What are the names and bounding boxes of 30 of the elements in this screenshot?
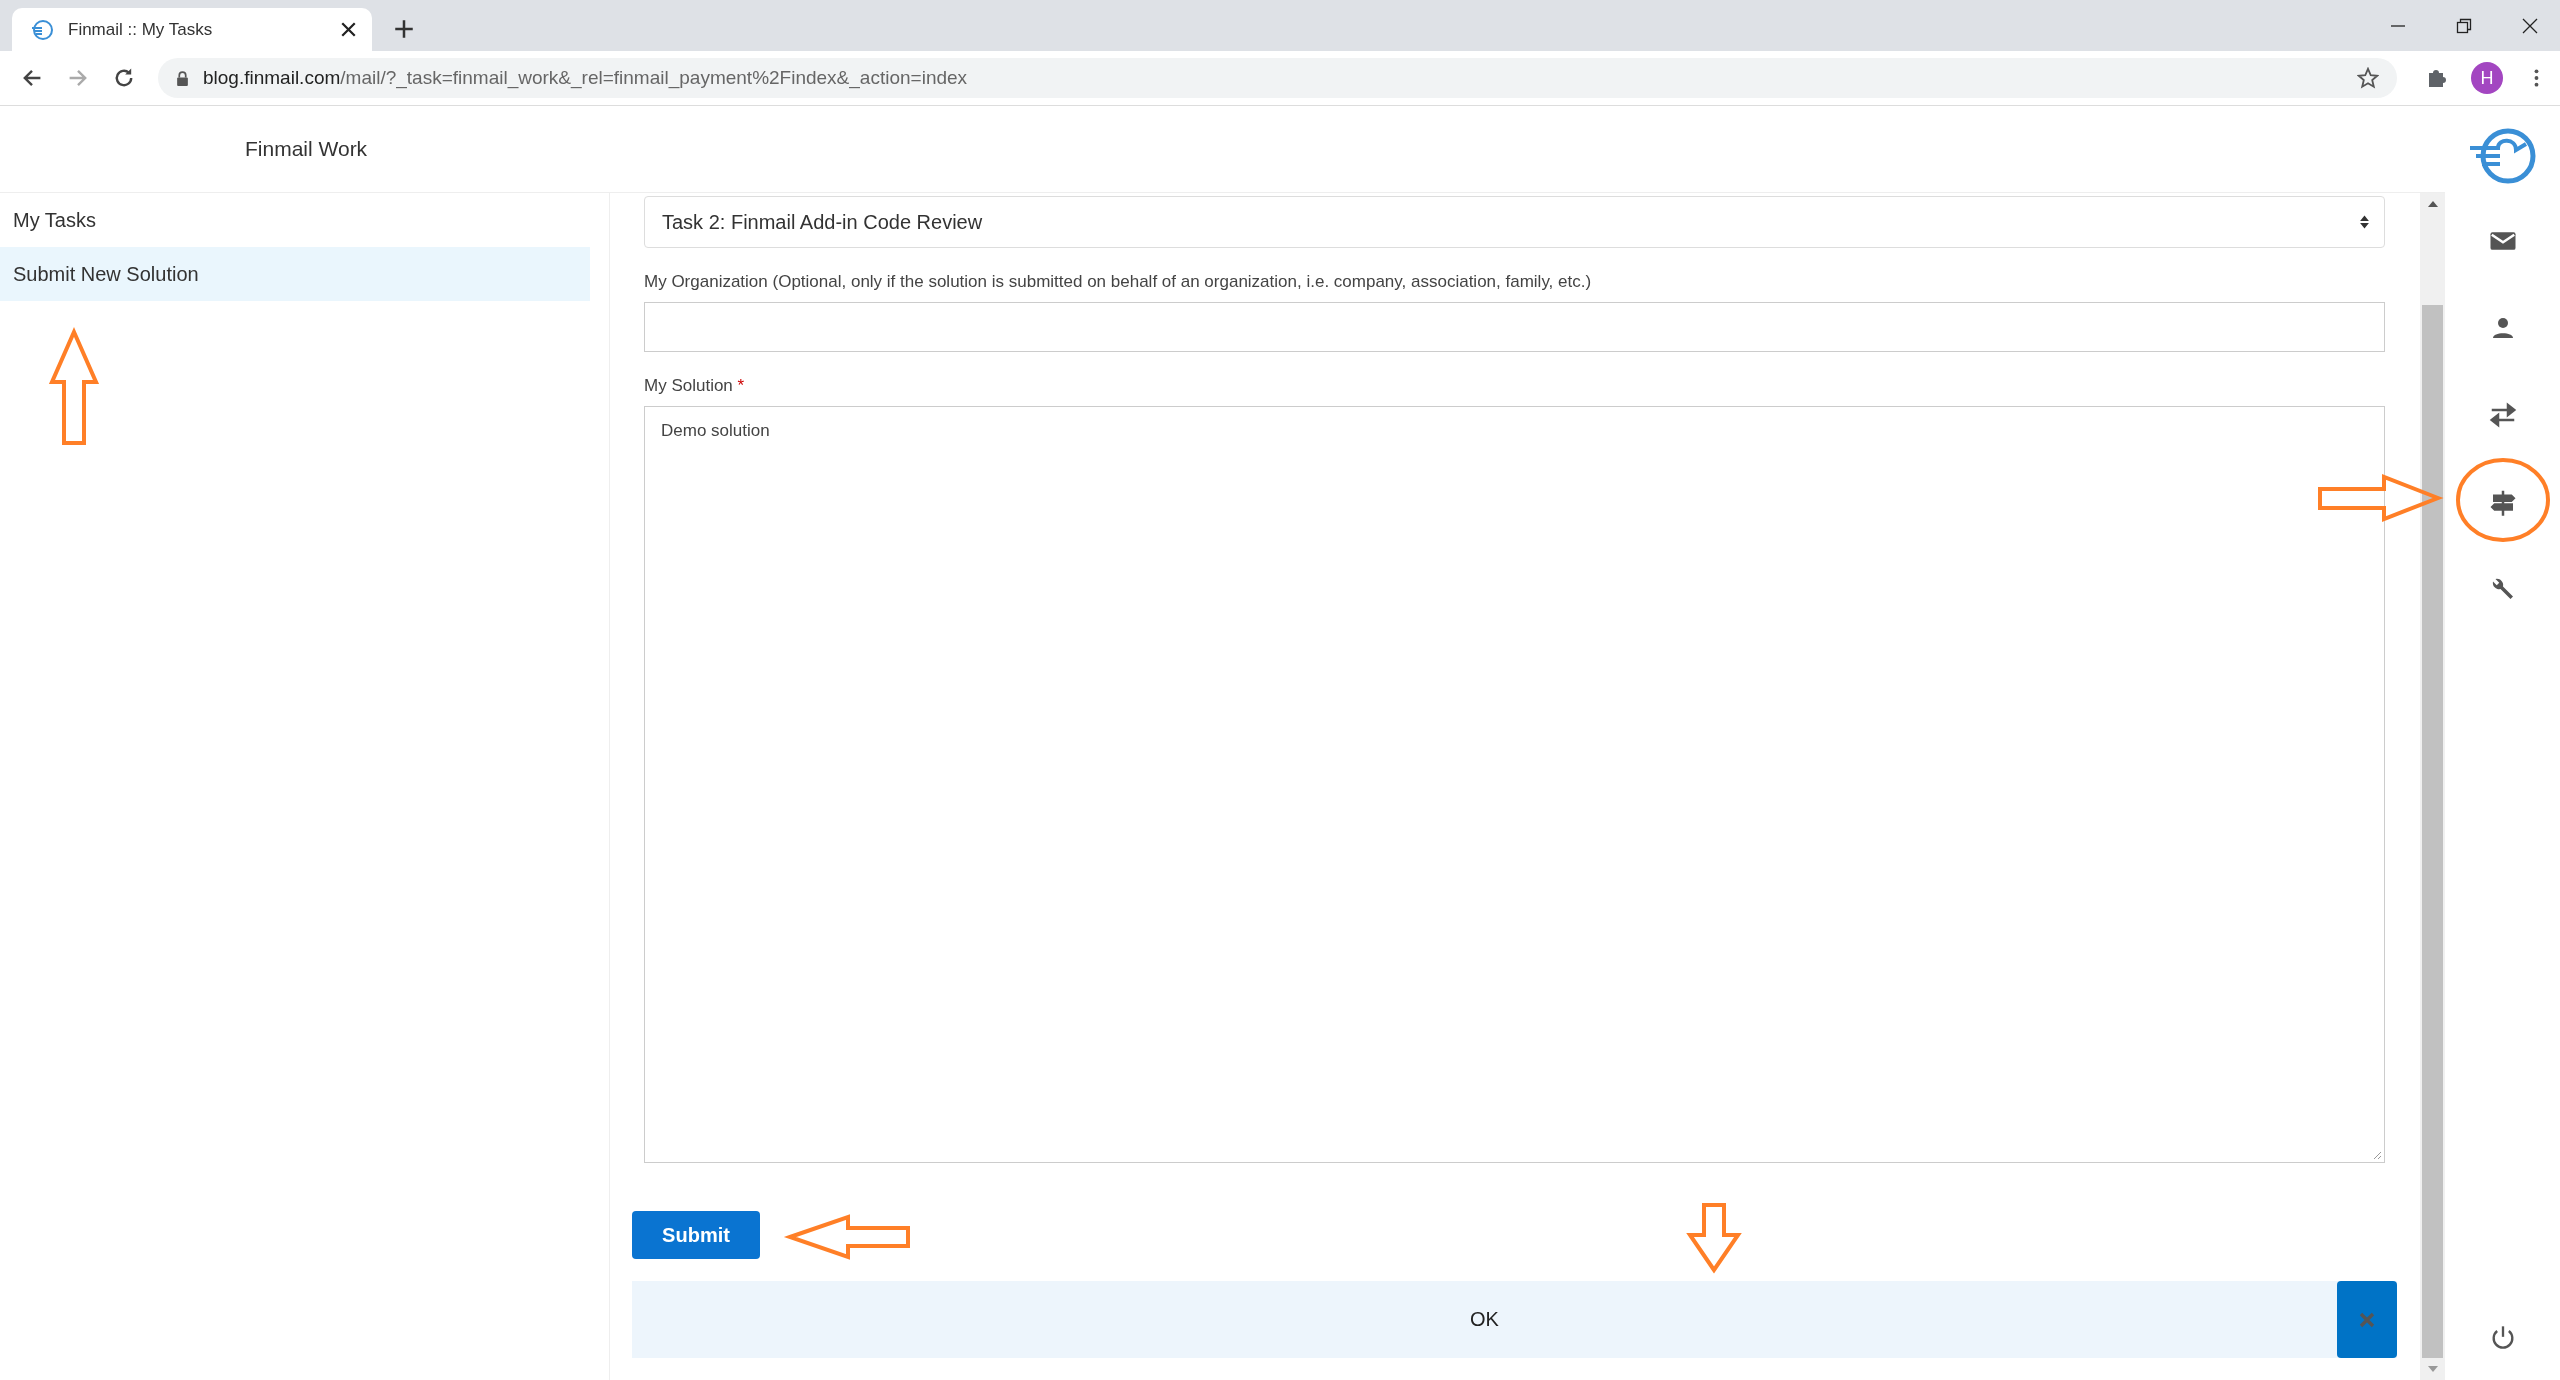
- organization-input-field[interactable]: [644, 302, 2385, 352]
- restore-icon[interactable]: [2456, 17, 2472, 34]
- scrollbar-thumb[interactable]: [2422, 305, 2443, 1358]
- notification-message: OK: [1469, 1308, 1500, 1331]
- annotation-arrow: [1686, 1203, 1742, 1274]
- lock-icon: [176, 70, 189, 86]
- resize-grip-icon[interactable]: [2372, 1150, 2382, 1160]
- sidebar-item[interactable]: Submit New Solution: [0, 247, 590, 301]
- scroll-up-arrow-icon[interactable]: [2427, 201, 2438, 207]
- field-label: My Solution *: [644, 376, 746, 396]
- close-icon[interactable]: [341, 22, 356, 37]
- tab-title: Finmail :: My Tasks: [68, 19, 214, 40]
- new-tab-icon[interactable]: [394, 19, 414, 39]
- star-icon[interactable]: [2357, 67, 2379, 89]
- submit-button[interactable]: Submit: [632, 1211, 760, 1259]
- field-label: My Organization (Optional, only if the solution is submitted on behalf of an organization, i.e. company, association, family, etc.): [644, 272, 1593, 292]
- url-text: blog.finmail.com/mail/?_task=finmail_work&_rel=finmail_payment%2Findex&_action=index: [203, 67, 969, 89]
- sort-caret-icon: [2359, 214, 2370, 230]
- profile-avatar[interactable]: H: [2471, 62, 2503, 94]
- swap-arrows-icon[interactable]: [2487, 400, 2518, 430]
- app-title: Finmail Work: [245, 137, 368, 161]
- close-icon: [2358, 1310, 2376, 1329]
- scrollbar[interactable]: [2420, 193, 2445, 1380]
- address-bar[interactable]: blog.finmail.com/mail/?_task=finmail_work&_rel=finmail_payment%2Findex&_action=index: [158, 58, 2397, 98]
- browser-tab[interactable]: Finmail :: My Tasks: [12, 8, 372, 51]
- task-select[interactable]: Task 2: Finmail Add-in Code Review: [644, 196, 2385, 248]
- menu-icon[interactable]: [2533, 68, 2540, 88]
- sidebar-item[interactable]: My Tasks: [0, 193, 590, 247]
- solution-textarea[interactable]: Demo solution: [644, 406, 2385, 1163]
- close-icon[interactable]: [2522, 17, 2538, 34]
